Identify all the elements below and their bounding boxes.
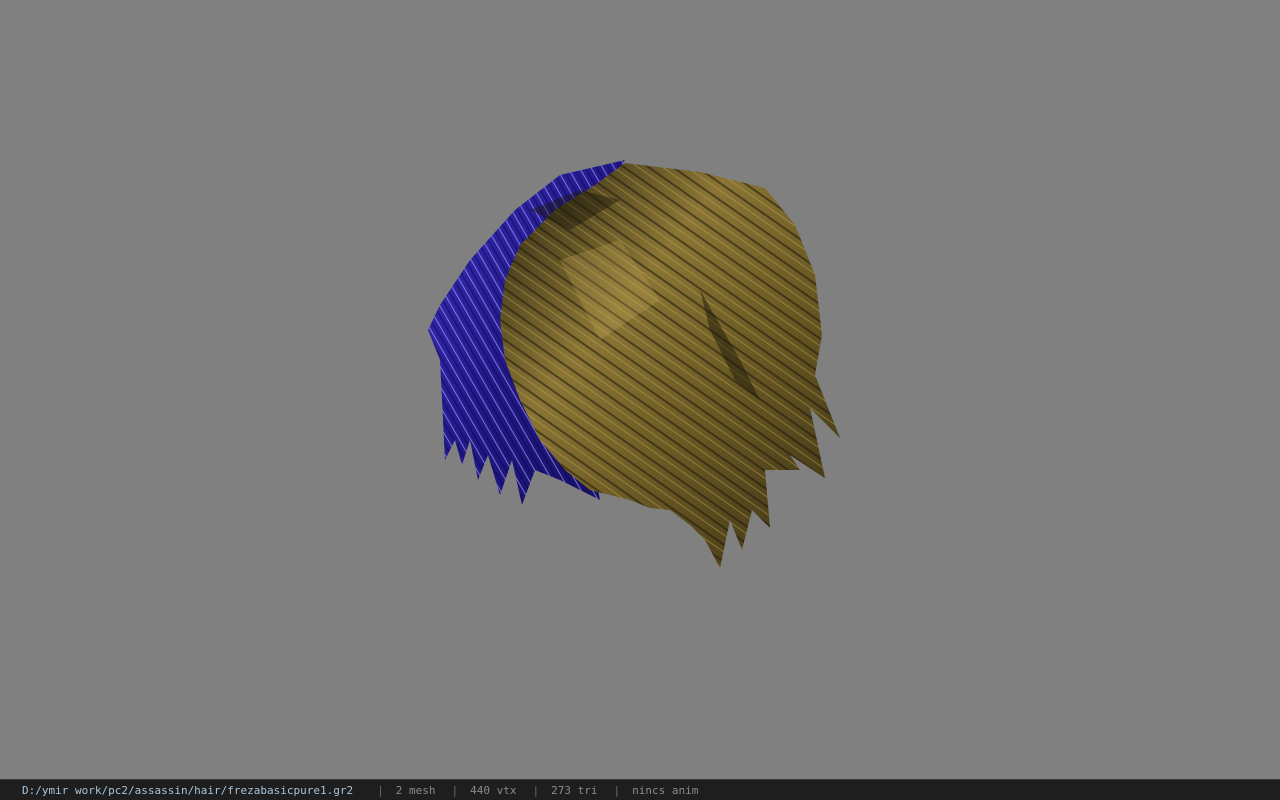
- status-triangle-count: 273 tri: [551, 783, 598, 797]
- status-animation: nincs anim: [632, 783, 699, 797]
- status-bar: D:/ymir work/pc2/assassin/hair/frezabasi…: [0, 779, 1280, 800]
- status-separator: |: [613, 783, 621, 797]
- status-separator: |: [532, 783, 540, 797]
- status-vertex-count: 440 vtx: [470, 783, 517, 797]
- status-separator: |: [377, 783, 384, 797]
- status-file-path: D:/ymir work/pc2/assassin/hair/frezabasi…: [22, 783, 354, 797]
- hair-model-render[interactable]: [0, 0, 1280, 779]
- status-mesh-count: 2 mesh: [395, 783, 436, 797]
- hair-front-layer: [500, 163, 840, 568]
- 3d-viewport[interactable]: [0, 0, 1280, 779]
- status-separator: |: [451, 783, 459, 797]
